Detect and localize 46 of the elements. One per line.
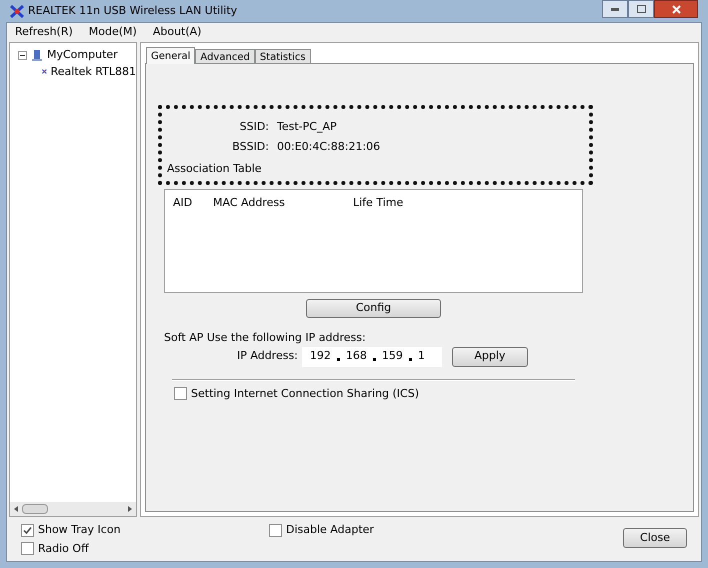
- menu-item[interactable]: About(A): [152, 24, 202, 41]
- window-title: REALTEK 11n USB Wireless LAN Utility: [28, 2, 238, 19]
- soft-ap-heading: Soft AP Use the following IP address:: [164, 330, 367, 346]
- maximize-icon: [636, 5, 646, 13]
- column-header: Life Time: [353, 195, 404, 211]
- checkbox-label: Setting Internet Connection Sharing (ICS): [191, 386, 420, 402]
- minimize-icon: [611, 8, 619, 10]
- bssid-value: 00:E0:4C:88:21:06: [277, 138, 380, 155]
- config-button[interactable]: Config: [306, 299, 441, 318]
- scroll-thumb[interactable]: [22, 504, 48, 514]
- checkbox[interactable]: [21, 542, 34, 556]
- column-header: MAC Address: [213, 195, 286, 211]
- close-icon: [672, 4, 680, 14]
- ssid-value: Test-PC_AP: [277, 118, 337, 135]
- tree-item[interactable]: MyComputer: [47, 47, 118, 64]
- checkbox[interactable]: [269, 524, 282, 537]
- ip-address-label: IP Address:: [237, 348, 298, 364]
- checkbox-label: Disable Adapter: [286, 522, 374, 538]
- tree-item[interactable]: Realtek RTL881: [50, 64, 136, 80]
- tree-toggle[interactable]: [18, 50, 27, 60]
- ip-address-field[interactable]: 192 168 159 1: [302, 346, 442, 366]
- maximize-button[interactable]: [628, 0, 654, 18]
- checkbox-label: Show Tray Icon: [38, 522, 121, 538]
- computer-icon: [31, 48, 43, 62]
- close-window-button[interactable]: [654, 0, 698, 18]
- checkbox[interactable]: [21, 524, 34, 537]
- ssid-label: SSID:: [238, 118, 269, 135]
- scroll-right-icon: [128, 506, 132, 512]
- collapse-icon: [20, 52, 25, 58]
- scroll-left-icon: [14, 506, 18, 512]
- horizontal-scrollbar[interactable]: [10, 502, 136, 516]
- checkbox-label: Radio Off: [38, 540, 89, 556]
- column-header: AID: [173, 195, 194, 211]
- menu-item[interactable]: Refresh(R): [15, 24, 73, 41]
- tab[interactable]: Advanced: [195, 49, 255, 64]
- menu-item[interactable]: Mode(M): [88, 24, 137, 41]
- close-button[interactable]: Close: [623, 528, 687, 548]
- network-adapter-icon: [10, 4, 24, 18]
- bssid-label: BSSID:: [231, 138, 269, 155]
- checkbox[interactable]: [174, 387, 187, 400]
- tab[interactable]: Statistics: [254, 49, 311, 64]
- association-table-title: Association Table: [167, 161, 263, 177]
- minimize-button[interactable]: [602, 0, 628, 18]
- apply-button[interactable]: Apply: [452, 346, 528, 366]
- checkmark-icon: [23, 526, 32, 535]
- tab[interactable]: General: [146, 47, 196, 64]
